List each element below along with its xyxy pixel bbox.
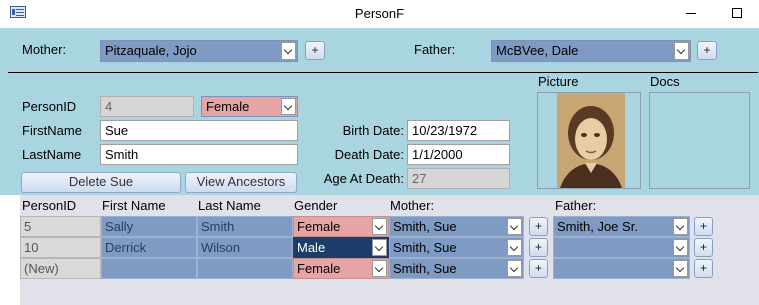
delete-button[interactable]: Delete Sue xyxy=(21,172,181,193)
chevron-down-icon[interactable] xyxy=(673,239,688,256)
last-name-label: LastName xyxy=(22,147,82,162)
mother-combo[interactable]: Pitzaquale, Jojo xyxy=(100,40,298,62)
maximize-icon xyxy=(732,8,742,18)
father-value: McBVee, Dale xyxy=(496,43,579,58)
gender-combo[interactable]: Female xyxy=(201,96,298,117)
add-row-father-button[interactable]: + xyxy=(694,259,713,278)
chevron-down-icon[interactable] xyxy=(281,98,296,115)
gender-value: Female xyxy=(206,99,250,114)
row-father-value: Smith, Joe Sr. xyxy=(557,219,638,234)
row-mother-combo[interactable]: Smith, Sue xyxy=(389,258,524,279)
minimize-button[interactable] xyxy=(681,4,701,22)
last-name-field[interactable]: Smith xyxy=(100,144,298,165)
row-father-combo[interactable]: Smith, Joe Sr. xyxy=(553,216,690,237)
col-header-father: Father: xyxy=(555,198,597,213)
chevron-down-icon[interactable] xyxy=(372,260,387,277)
row-last-name[interactable]: Wilson xyxy=(197,237,293,258)
row-mother-value: Smith, Sue xyxy=(393,261,457,276)
row-father-combo[interactable] xyxy=(553,237,690,258)
chevron-down-icon[interactable] xyxy=(507,239,522,256)
chevron-down-icon[interactable] xyxy=(673,218,688,235)
father-label: Father: xyxy=(414,42,456,57)
chevron-down-icon[interactable] xyxy=(372,218,387,235)
row-first-name[interactable]: Sally xyxy=(101,216,197,237)
row-gender-value: Male xyxy=(297,240,326,255)
first-name-field[interactable]: Sue xyxy=(100,120,298,141)
chevron-down-icon[interactable] xyxy=(507,218,522,235)
col-header-first-name: First Name xyxy=(102,198,166,213)
mother-value: Pitzaquale, Jojo xyxy=(105,43,197,58)
person-id-field: 4 xyxy=(100,96,194,117)
docs-label: Docs xyxy=(650,74,680,89)
row-mother-value: Smith, Sue xyxy=(393,240,457,255)
row-personid[interactable]: 10 xyxy=(20,237,101,258)
row-last-name[interactable]: Smith xyxy=(197,216,293,237)
add-row-mother-button[interactable]: + xyxy=(529,238,548,257)
row-mother-combo[interactable]: Smith, Sue xyxy=(389,237,524,258)
mother-label: Mother: xyxy=(22,42,67,57)
table-row[interactable]: 5 Sally Smith Female Smith, Sue + Smith,… xyxy=(20,216,759,237)
row-gender-value: Female xyxy=(297,219,341,234)
birth-date-field[interactable]: 10/23/1972 xyxy=(407,120,510,141)
row-mother-combo[interactable]: Smith, Sue xyxy=(389,216,524,237)
add-mother-button[interactable]: + xyxy=(305,41,325,60)
chevron-down-icon[interactable] xyxy=(674,42,689,60)
row-last-name[interactable] xyxy=(197,258,293,279)
row-first-name[interactable]: Derrick xyxy=(101,237,197,258)
chevron-down-icon[interactable] xyxy=(372,239,387,256)
add-row-mother-button[interactable]: + xyxy=(529,259,548,278)
col-header-last-name: Last Name xyxy=(198,198,261,213)
title-bar: PersonF xyxy=(0,0,759,28)
chevron-down-icon[interactable] xyxy=(507,260,522,277)
table-row[interactable]: (New) Female Smith, Sue + + xyxy=(20,258,759,279)
father-combo[interactable]: McBVee, Dale xyxy=(491,40,691,62)
age-at-death-label: Age At Death: xyxy=(323,171,404,186)
minimize-icon xyxy=(686,13,696,14)
add-row-father-button[interactable]: + xyxy=(694,217,713,236)
row-first-name[interactable] xyxy=(101,258,197,279)
person-id-label: PersonID xyxy=(22,99,77,114)
row-gender-combo[interactable]: Female xyxy=(293,258,389,279)
add-row-father-button[interactable]: + xyxy=(694,238,713,257)
col-header-mother: Mother: xyxy=(390,198,435,213)
picture-label: Picture xyxy=(538,74,579,89)
row-personid[interactable]: 5 xyxy=(20,216,101,237)
age-at-death-field: 27 xyxy=(407,168,510,189)
death-date-label: Death Date: xyxy=(334,147,404,162)
row-personid[interactable]: (New) xyxy=(20,258,101,279)
window-title: PersonF xyxy=(354,6,405,21)
person-portrait-photo xyxy=(557,93,625,188)
row-gender-combo[interactable]: Female xyxy=(293,216,389,237)
chevron-down-icon[interactable] xyxy=(673,260,688,277)
death-date-field[interactable]: 1/1/2000 xyxy=(407,144,510,165)
add-row-mother-button[interactable]: + xyxy=(529,217,548,236)
add-father-button[interactable]: + xyxy=(697,41,717,60)
maximize-button[interactable] xyxy=(727,4,747,22)
col-header-gender: Gender xyxy=(294,198,338,213)
row-mother-value: Smith, Sue xyxy=(393,219,457,234)
first-name-label: FirstName xyxy=(22,123,82,138)
row-gender-value: Female xyxy=(297,261,341,276)
birth-date-label: Birth Date: xyxy=(342,123,404,138)
chevron-down-icon[interactable] xyxy=(281,42,296,60)
col-header-personid: PersonID xyxy=(22,198,77,213)
row-gender-combo[interactable]: Male xyxy=(293,237,389,258)
row-father-combo[interactable] xyxy=(553,258,690,279)
table-row[interactable]: 10 Derrick Wilson Male Smith, Sue + + xyxy=(20,237,759,258)
picture-frame[interactable] xyxy=(537,92,641,189)
view-ancestors-button[interactable]: View Ancestors xyxy=(185,172,297,193)
docs-frame[interactable] xyxy=(649,92,750,189)
